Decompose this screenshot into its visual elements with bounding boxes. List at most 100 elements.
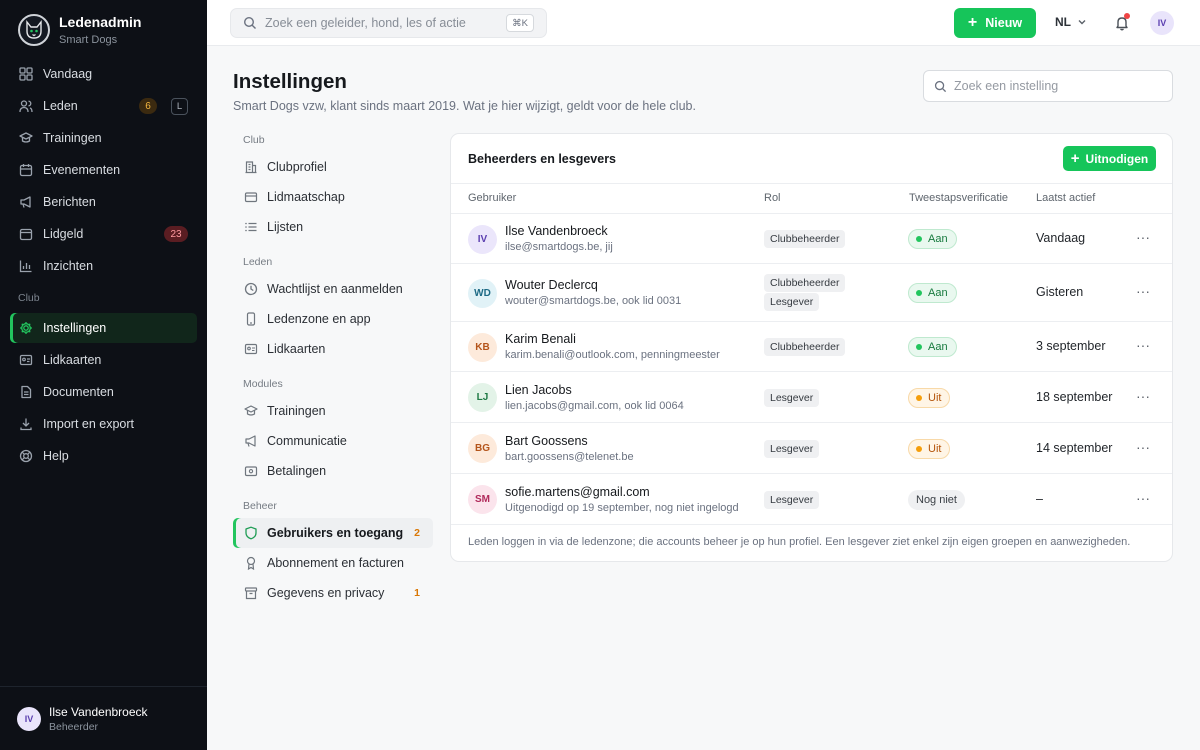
- plus-icon: +: [967, 14, 978, 31]
- global-search-input[interactable]: Zoek een geleider, hond, les of actie ⌘K: [230, 8, 547, 38]
- sidebar-item-import-export[interactable]: Import en export: [10, 409, 197, 439]
- sidebar-item-label: Leden: [43, 99, 78, 113]
- settings-item-label: Lidkaarten: [267, 342, 326, 356]
- settings-item-label: Clubprofiel: [267, 160, 327, 174]
- clock-icon: [244, 282, 258, 296]
- sidebar: Ledenadmin Smart Dogs Vandaag Leden 6 L …: [0, 0, 207, 750]
- column-header-role: Rol: [764, 192, 781, 204]
- avatar: KB: [468, 332, 497, 362]
- last-active: 3 september: [1036, 339, 1106, 353]
- sidebar-item-lidgeld[interactable]: Lidgeld 23: [10, 219, 197, 249]
- notification-dot: [1124, 13, 1130, 19]
- more-options-icon[interactable]: ···: [1136, 388, 1150, 404]
- sidebar-item-evenementen[interactable]: Evenementen: [10, 155, 197, 185]
- card-header: Beheerders en lesgevers + Uitnodigen: [451, 134, 1172, 184]
- settings-item-privacy[interactable]: Gegevens en privacy 1: [233, 578, 433, 608]
- user-role: Beheerder: [49, 720, 99, 733]
- settings-item-trainingen[interactable]: Trainingen: [233, 396, 433, 426]
- plus-icon: +: [1070, 149, 1080, 167]
- megaphone-icon: [20, 196, 31, 208]
- sidebar-item-help[interactable]: Help: [10, 441, 197, 471]
- table-row[interactable]: KB Karim Benali karim.benali@outlook.com, …: [451, 322, 1172, 372]
- sidebar-item-documenten[interactable]: Documenten: [10, 377, 197, 407]
- role-tag: Lesgever: [764, 490, 820, 509]
- user-email: wouter@smartdogs.be, ook lid 0031: [505, 295, 682, 307]
- table-row[interactable]: IV Ilse Vandenbroeck ilse@smartdogs.be, ji…: [451, 214, 1172, 264]
- more-options-icon[interactable]: ···: [1136, 490, 1150, 506]
- settings-item-clubprofiel[interactable]: Clubprofiel: [233, 152, 433, 182]
- brand[interactable]: Ledenadmin Smart Dogs: [18, 14, 141, 46]
- settings-item-wachtlijst[interactable]: Wachtlijst en aanmelden: [233, 274, 433, 304]
- twofa-status-badge: Aan: [908, 229, 957, 249]
- count-badge: 6: [139, 98, 157, 114]
- sidebar-item-vandaag[interactable]: Vandaag: [10, 59, 197, 89]
- sidebar-item-trainingen[interactable]: Trainingen: [10, 123, 197, 153]
- sidebar-item-label: Help: [43, 449, 69, 463]
- avatar[interactable]: IV: [1150, 11, 1174, 35]
- count-badge: 23: [164, 226, 188, 242]
- table-row[interactable]: BG Bart Goossens bart.goossens@telenet.be L…: [451, 423, 1172, 474]
- table-row[interactable]: WD Wouter Declercq wouter@smartdogs.be, oo…: [451, 264, 1172, 322]
- id-card-icon: [19, 354, 33, 366]
- user-name: Lien Jacobs: [505, 382, 572, 397]
- help-lifebuoy-icon: [19, 449, 33, 463]
- sidebar-item-lidkaarten[interactable]: Lidkaarten: [10, 345, 197, 375]
- settings-item-gebruikers[interactable]: Gebruikers en toegang 2: [233, 518, 433, 548]
- count-badge: 1: [414, 587, 420, 599]
- avatar: WD: [468, 278, 497, 308]
- more-options-icon[interactable]: ···: [1136, 439, 1150, 455]
- dashboard-grid-icon: [19, 67, 33, 81]
- role-tag: Lesgever: [764, 293, 820, 311]
- user-email: karim.benali@outlook.com, penningmeester: [505, 349, 720, 361]
- new-button[interactable]: + Nieuw: [954, 8, 1036, 38]
- twofa-status-label: Uit: [928, 391, 942, 404]
- sidebar-item-leden[interactable]: Leden 6 L: [10, 91, 197, 121]
- status-dot: [916, 394, 922, 401]
- settings-search-input[interactable]: Zoek een instelling: [923, 70, 1173, 102]
- table-header: Gebruiker Rol Tweestapsverificatie Laats…: [451, 184, 1172, 214]
- status-dot: [916, 236, 922, 242]
- last-active: Gisteren: [1036, 285, 1084, 299]
- calendar-icon: [19, 164, 33, 177]
- search-icon: [243, 16, 256, 29]
- megaphone-icon: [245, 435, 256, 447]
- more-options-icon[interactable]: ···: [1136, 337, 1150, 353]
- twofa-status-badge: Uit: [908, 387, 951, 408]
- download-icon: [20, 418, 32, 431]
- settings-item-ledenzone[interactable]: Ledenzone en app: [233, 304, 433, 334]
- card-icon: [244, 192, 258, 203]
- sidebar-item-instellingen[interactable]: Instellingen: [10, 313, 197, 343]
- last-active: 18 september: [1036, 389, 1113, 404]
- wallet-icon: [19, 228, 33, 241]
- avatar: LJ: [468, 383, 497, 412]
- sidebar-item-berichten[interactable]: Berichten: [10, 187, 197, 217]
- table-row[interactable]: SM sofie.martens@gmail.com Uitgenodigd op …: [451, 474, 1172, 525]
- main-nav: Vandaag Leden 6 L Trainingen Evenementen…: [10, 59, 197, 473]
- sidebar-item-label: Inzichten: [43, 259, 94, 273]
- twofa-status-badge: Aan: [908, 337, 957, 357]
- avatar: SM: [468, 485, 497, 514]
- search-icon: [934, 80, 947, 92]
- more-options-icon[interactable]: ···: [1136, 229, 1150, 245]
- current-user[interactable]: IV Ilse Vandenbroeck Beheerder: [0, 686, 207, 750]
- award-icon: [246, 556, 256, 570]
- gear-icon: [20, 322, 32, 334]
- avatar: IV: [17, 706, 41, 731]
- topbar: Zoek een geleider, hond, les of actie ⌘K…: [207, 0, 1200, 46]
- phone-icon: [246, 312, 256, 326]
- sidebar-item-inzichten[interactable]: Inzichten: [10, 251, 197, 281]
- settings-item-lidkaarten[interactable]: Lidkaarten: [233, 334, 433, 364]
- settings-item-lidmaatschap[interactable]: Lidmaatschap: [233, 182, 433, 212]
- settings-item-label: Communicatie: [267, 434, 347, 448]
- settings-item-lijsten[interactable]: Lijsten: [233, 212, 433, 242]
- twofa-status-badge: Uit: [908, 438, 951, 459]
- language-select[interactable]: NL: [1055, 15, 1087, 29]
- user-email: bart.goossens@telenet.be: [505, 450, 634, 463]
- settings-item-communicatie[interactable]: Communicatie: [233, 426, 433, 456]
- table-row[interactable]: LJ Lien Jacobs lien.jacobs@gmail.com, ook …: [451, 372, 1172, 423]
- settings-item-abonnement[interactable]: Abonnement en facturen: [233, 548, 433, 578]
- more-options-icon[interactable]: ···: [1136, 283, 1150, 299]
- settings-item-betalingen[interactable]: Betalingen: [233, 456, 433, 486]
- invite-button[interactable]: + Uitnodigen: [1063, 146, 1156, 171]
- status-dot: [916, 344, 922, 350]
